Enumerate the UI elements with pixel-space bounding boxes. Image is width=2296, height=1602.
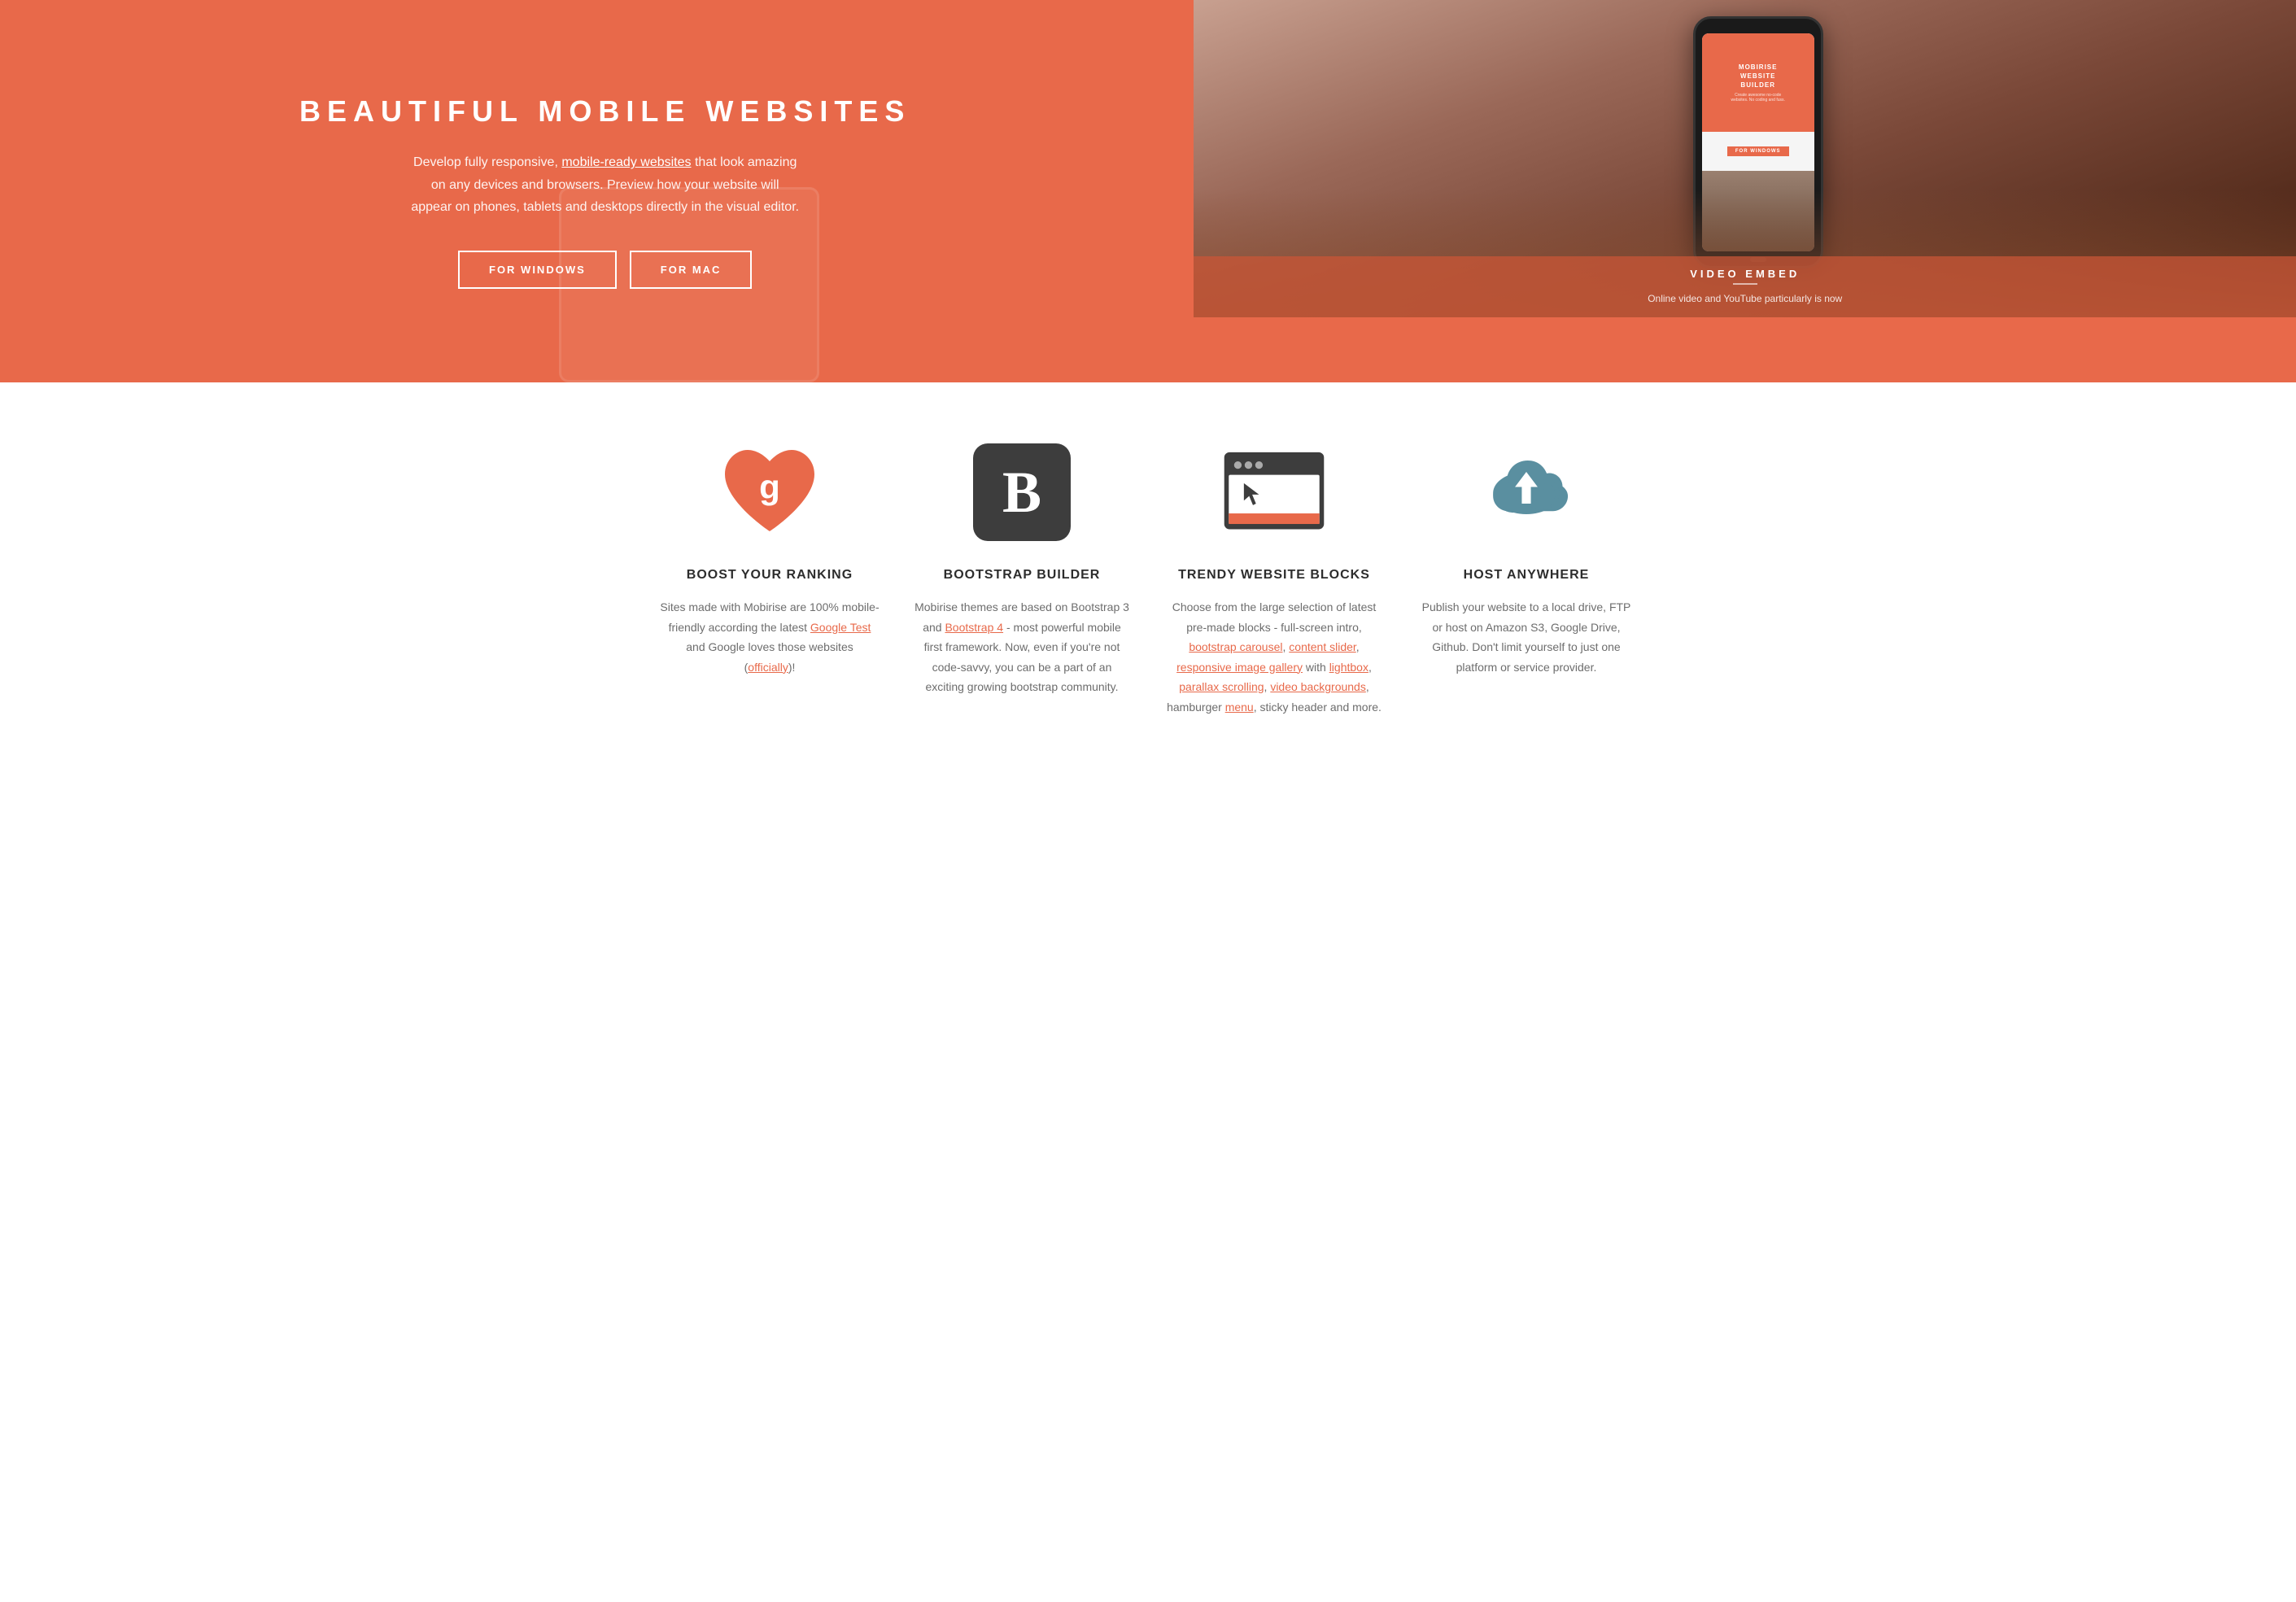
hero-buttons: FOR WINDOWS FOR MAC — [458, 251, 752, 289]
hero-desc-link[interactable]: mobile-ready websites — [561, 155, 691, 169]
hero-right-panel: MOBIRISEWEBSITEBUILDER Create awesome no… — [1194, 0, 2296, 382]
content-slider-link[interactable]: content slider — [1289, 640, 1356, 653]
feature-bootstrap-desc: Mobirise themes are based on Bootstrap 3… — [912, 597, 1132, 697]
video-bar-divider — [1733, 283, 1757, 285]
hero-left-panel: BEAUTIFUL MOBILE WEBSITES Develop fully … — [0, 0, 1194, 382]
hero-description: Develop fully responsive, mobile-ready w… — [410, 151, 801, 218]
bootstrap-icon: B — [969, 439, 1075, 545]
feature-trendy-blocks: TRENDY WEBSITE BLOCKS Choose from the la… — [1164, 439, 1384, 717]
bootstrap-b-icon: B — [973, 443, 1071, 541]
video-embed-bar: VIDEO EMBED Online video and YouTube par… — [1194, 256, 2296, 317]
mac-button[interactable]: FOR MAC — [630, 251, 753, 289]
windows-button[interactable]: FOR WINDOWS — [458, 251, 617, 289]
svg-text:g: g — [759, 468, 780, 506]
browser-window-icon — [1221, 439, 1327, 545]
menu-link[interactable]: menu — [1225, 701, 1254, 714]
bootstrap-carousel-link[interactable]: bootstrap carousel — [1189, 640, 1282, 653]
feature-trendy-title: TRENDY WEBSITE BLOCKS — [1178, 568, 1370, 583]
video-backgrounds-link[interactable]: video backgrounds — [1270, 680, 1366, 693]
lightbox-link[interactable]: lightbox — [1329, 661, 1368, 674]
video-bar-text: Online video and YouTube particularly is… — [1648, 291, 1842, 306]
officially-link[interactable]: officially — [748, 661, 788, 674]
feature-host-title: HOST ANYWHERE — [1464, 568, 1590, 583]
hero-section: BEAUTIFUL MOBILE WEBSITES Develop fully … — [0, 0, 2296, 382]
hero-title: BEAUTIFUL MOBILE WEBSITES — [299, 94, 910, 129]
feature-boost-ranking-desc: Sites made with Mobirise are 100% mobile… — [660, 597, 880, 677]
parallax-link[interactable]: parallax scrolling — [1179, 680, 1264, 693]
features-section: g BOOST YOUR RANKING Sites made with Mob… — [0, 382, 2296, 782]
video-bar-title: VIDEO EMBED — [1690, 268, 1800, 280]
feature-bootstrap-title: BOOTSTRAP BUILDER — [944, 568, 1101, 583]
hero-desc-plain1: Develop fully responsive, — [413, 155, 561, 169]
feature-bootstrap-builder: B BOOTSTRAP BUILDER Mobirise themes are … — [912, 439, 1132, 717]
feature-boost-ranking-title: BOOST YOUR RANKING — [687, 568, 853, 583]
feature-host-desc: Publish your website to a local drive, F… — [1416, 597, 1636, 677]
google-test-link[interactable]: Google Test — [810, 621, 871, 634]
responsive-gallery-link[interactable]: responsive image gallery — [1176, 661, 1303, 674]
feature-host-anywhere: HOST ANYWHERE Publish your website to a … — [1416, 439, 1636, 717]
feature-boost-ranking: g BOOST YOUR RANKING Sites made with Mob… — [660, 439, 880, 717]
bootstrap4-link[interactable]: Bootstrap 4 — [945, 621, 1003, 634]
heart-google-icon: g — [717, 439, 823, 545]
cloud-upload-icon — [1473, 439, 1579, 545]
feature-trendy-desc: Choose from the large selection of lates… — [1164, 597, 1384, 717]
features-grid: g BOOST YOUR RANKING Sites made with Mob… — [660, 439, 1636, 717]
